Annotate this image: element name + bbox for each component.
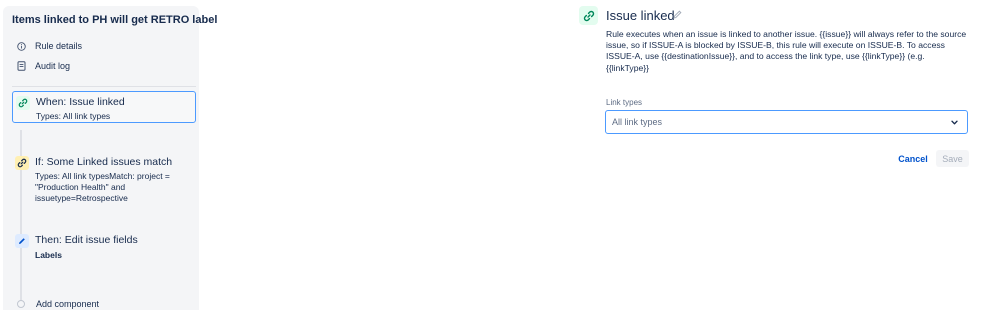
chevron-down-icon — [951, 120, 958, 125]
link-types-value: All link types — [612, 117, 663, 127]
add-component-button[interactable]: Add component — [36, 299, 99, 309]
action-step-desc: Labels — [35, 250, 62, 260]
panel-divider — [12, 86, 196, 87]
save-button[interactable]: Save — [936, 150, 969, 167]
condition-step[interactable]: If: Some Linked issues match Types: All … — [12, 152, 196, 203]
rule-title: Items linked to PH will get RETRO label — [12, 14, 218, 26]
link-icon — [15, 156, 29, 170]
trigger-step-desc: Types: All link types — [36, 111, 111, 121]
rule-details-link[interactable]: Rule details — [17, 41, 82, 51]
action-step[interactable]: Then: Edit issue fields Labels — [12, 230, 196, 264]
link-types-label: Link types — [606, 98, 643, 107]
document-icon — [17, 61, 26, 71]
action-step-title: Then: Edit issue fields — [35, 234, 138, 246]
cancel-button[interactable]: Cancel — [896, 150, 930, 167]
pencil-icon — [15, 234, 29, 248]
trigger-step[interactable]: When: Issue linked Types: All link types — [12, 91, 196, 123]
detail-title: Issue linked — [606, 8, 675, 23]
audit-log-link[interactable]: Audit log — [17, 61, 70, 71]
detail-description: Rule executes when an issue is linked to… — [606, 29, 967, 73]
condition-step-title: If: Some Linked issues match — [35, 156, 173, 168]
trigger-step-title: When: Issue linked — [36, 96, 125, 108]
rule-panel: Items linked to PH will get RETRO label … — [3, 6, 217, 310]
link-icon — [16, 96, 30, 110]
link-icon — [579, 6, 598, 25]
info-icon — [17, 41, 26, 51]
audit-log-label: Audit log — [35, 61, 71, 71]
link-types-select[interactable]: All link types — [605, 110, 968, 134]
add-component-dot — [17, 300, 25, 308]
pencil-icon[interactable] — [672, 9, 683, 20]
condition-step-desc: Types: All link typesMatch: project = "P… — [35, 171, 170, 203]
rule-details-label: Rule details — [35, 41, 83, 51]
